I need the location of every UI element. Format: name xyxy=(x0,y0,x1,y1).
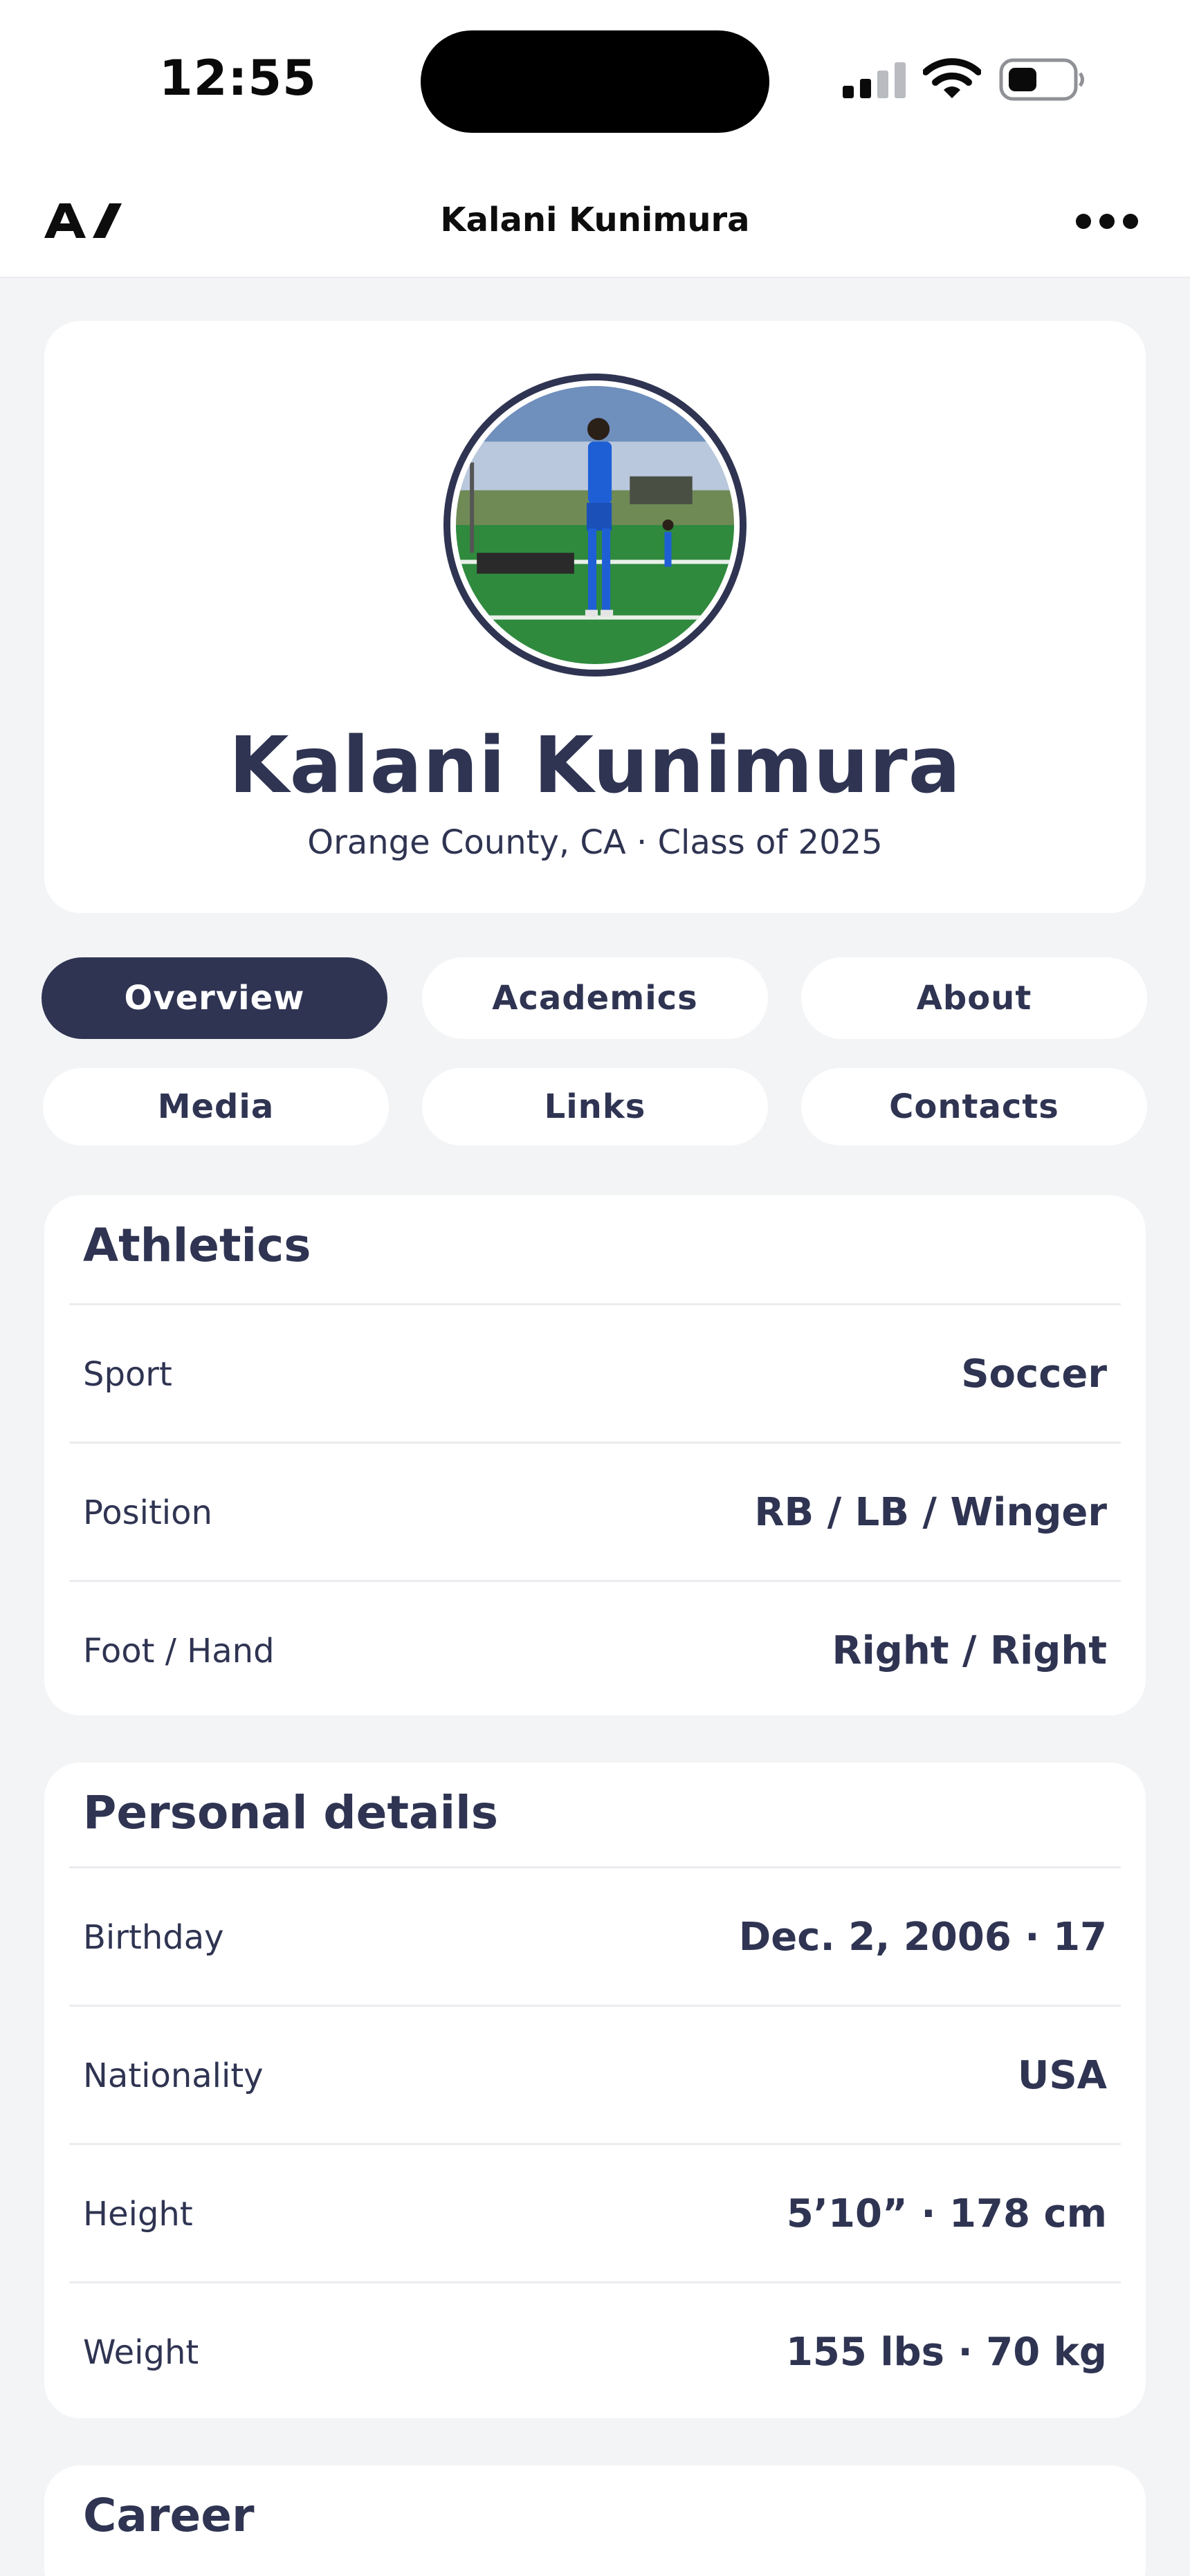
tab-overview[interactable]: Overview xyxy=(42,957,387,1039)
tab-contacts[interactable]: Contacts xyxy=(801,1068,1147,1146)
list-item: Height 5’10” · 178 cm xyxy=(69,2143,1121,2281)
dynamic-island xyxy=(421,30,769,133)
row-value-foot-hand: Right / Right xyxy=(832,1628,1107,1673)
cellular-signal-icon xyxy=(843,62,906,98)
row-value-position: RB / LB / Winger xyxy=(754,1490,1107,1535)
row-label-height: Height xyxy=(83,2195,193,2234)
profile-subtitle: Orange County, CA · Class of 2025 xyxy=(307,823,883,862)
tab-media[interactable]: Media xyxy=(43,1068,389,1146)
tab-about[interactable]: About xyxy=(801,957,1147,1039)
battery-icon xyxy=(999,58,1084,101)
row-value-height: 5’10” · 178 cm xyxy=(786,2191,1107,2236)
row-value-birthday: Dec. 2, 2006 · 17 xyxy=(738,1915,1107,1960)
section-title-personal-details: Personal details xyxy=(83,1786,499,1839)
status-bar: 12:55 xyxy=(0,0,1190,159)
athletics-card: Athletics Sport Soccer Position RB / LB … xyxy=(44,1195,1146,1715)
nav-title: Kalani Kunimura xyxy=(440,201,750,239)
row-label-position: Position xyxy=(83,1493,212,1532)
tab-academics[interactable]: Academics xyxy=(422,957,768,1039)
profile-name: Kalani Kunimura xyxy=(228,721,962,811)
section-title-athletics: Athletics xyxy=(83,1219,311,1272)
row-label-birthday: Birthday xyxy=(83,1918,224,1957)
row-label-weight: Weight xyxy=(83,2333,199,2372)
row-value-weight: 155 lbs · 70 kg xyxy=(785,2330,1107,2375)
row-label-nationality: Nationality xyxy=(83,2057,264,2095)
list-item: Foot / Hand Right / Right xyxy=(69,1580,1121,1718)
profile-card: Kalani Kunimura Orange County, CA · Clas… xyxy=(44,321,1146,913)
list-item: Birthday Dec. 2, 2006 · 17 xyxy=(69,1866,1121,2005)
avatar[interactable] xyxy=(443,374,747,677)
status-time: 12:55 xyxy=(159,50,317,107)
row-value-sport: Soccer xyxy=(961,1352,1107,1397)
row-label-foot-hand: Foot / Hand xyxy=(83,1632,275,1671)
career-card: Career xyxy=(44,2465,1146,2576)
personal-details-card: Personal details Birthday Dec. 2, 2006 ·… xyxy=(44,1763,1146,2418)
avatar-photo xyxy=(456,386,734,664)
row-value-nationality: USA xyxy=(1017,2053,1107,2098)
tab-links[interactable]: Links xyxy=(422,1068,768,1146)
section-title-career: Career xyxy=(83,2489,255,2542)
list-item: Position RB / LB / Winger xyxy=(69,1442,1121,1580)
row-label-sport: Sport xyxy=(83,1355,172,1394)
top-nav-bar: Kalani Kunimura xyxy=(0,159,1190,278)
more-dots-icon[interactable] xyxy=(1075,213,1139,230)
wifi-icon xyxy=(923,58,981,98)
list-item: Nationality USA xyxy=(69,2005,1121,2143)
list-item: Weight 155 lbs · 70 kg xyxy=(69,2281,1121,2420)
list-item: Sport Soccer xyxy=(69,1303,1121,1442)
